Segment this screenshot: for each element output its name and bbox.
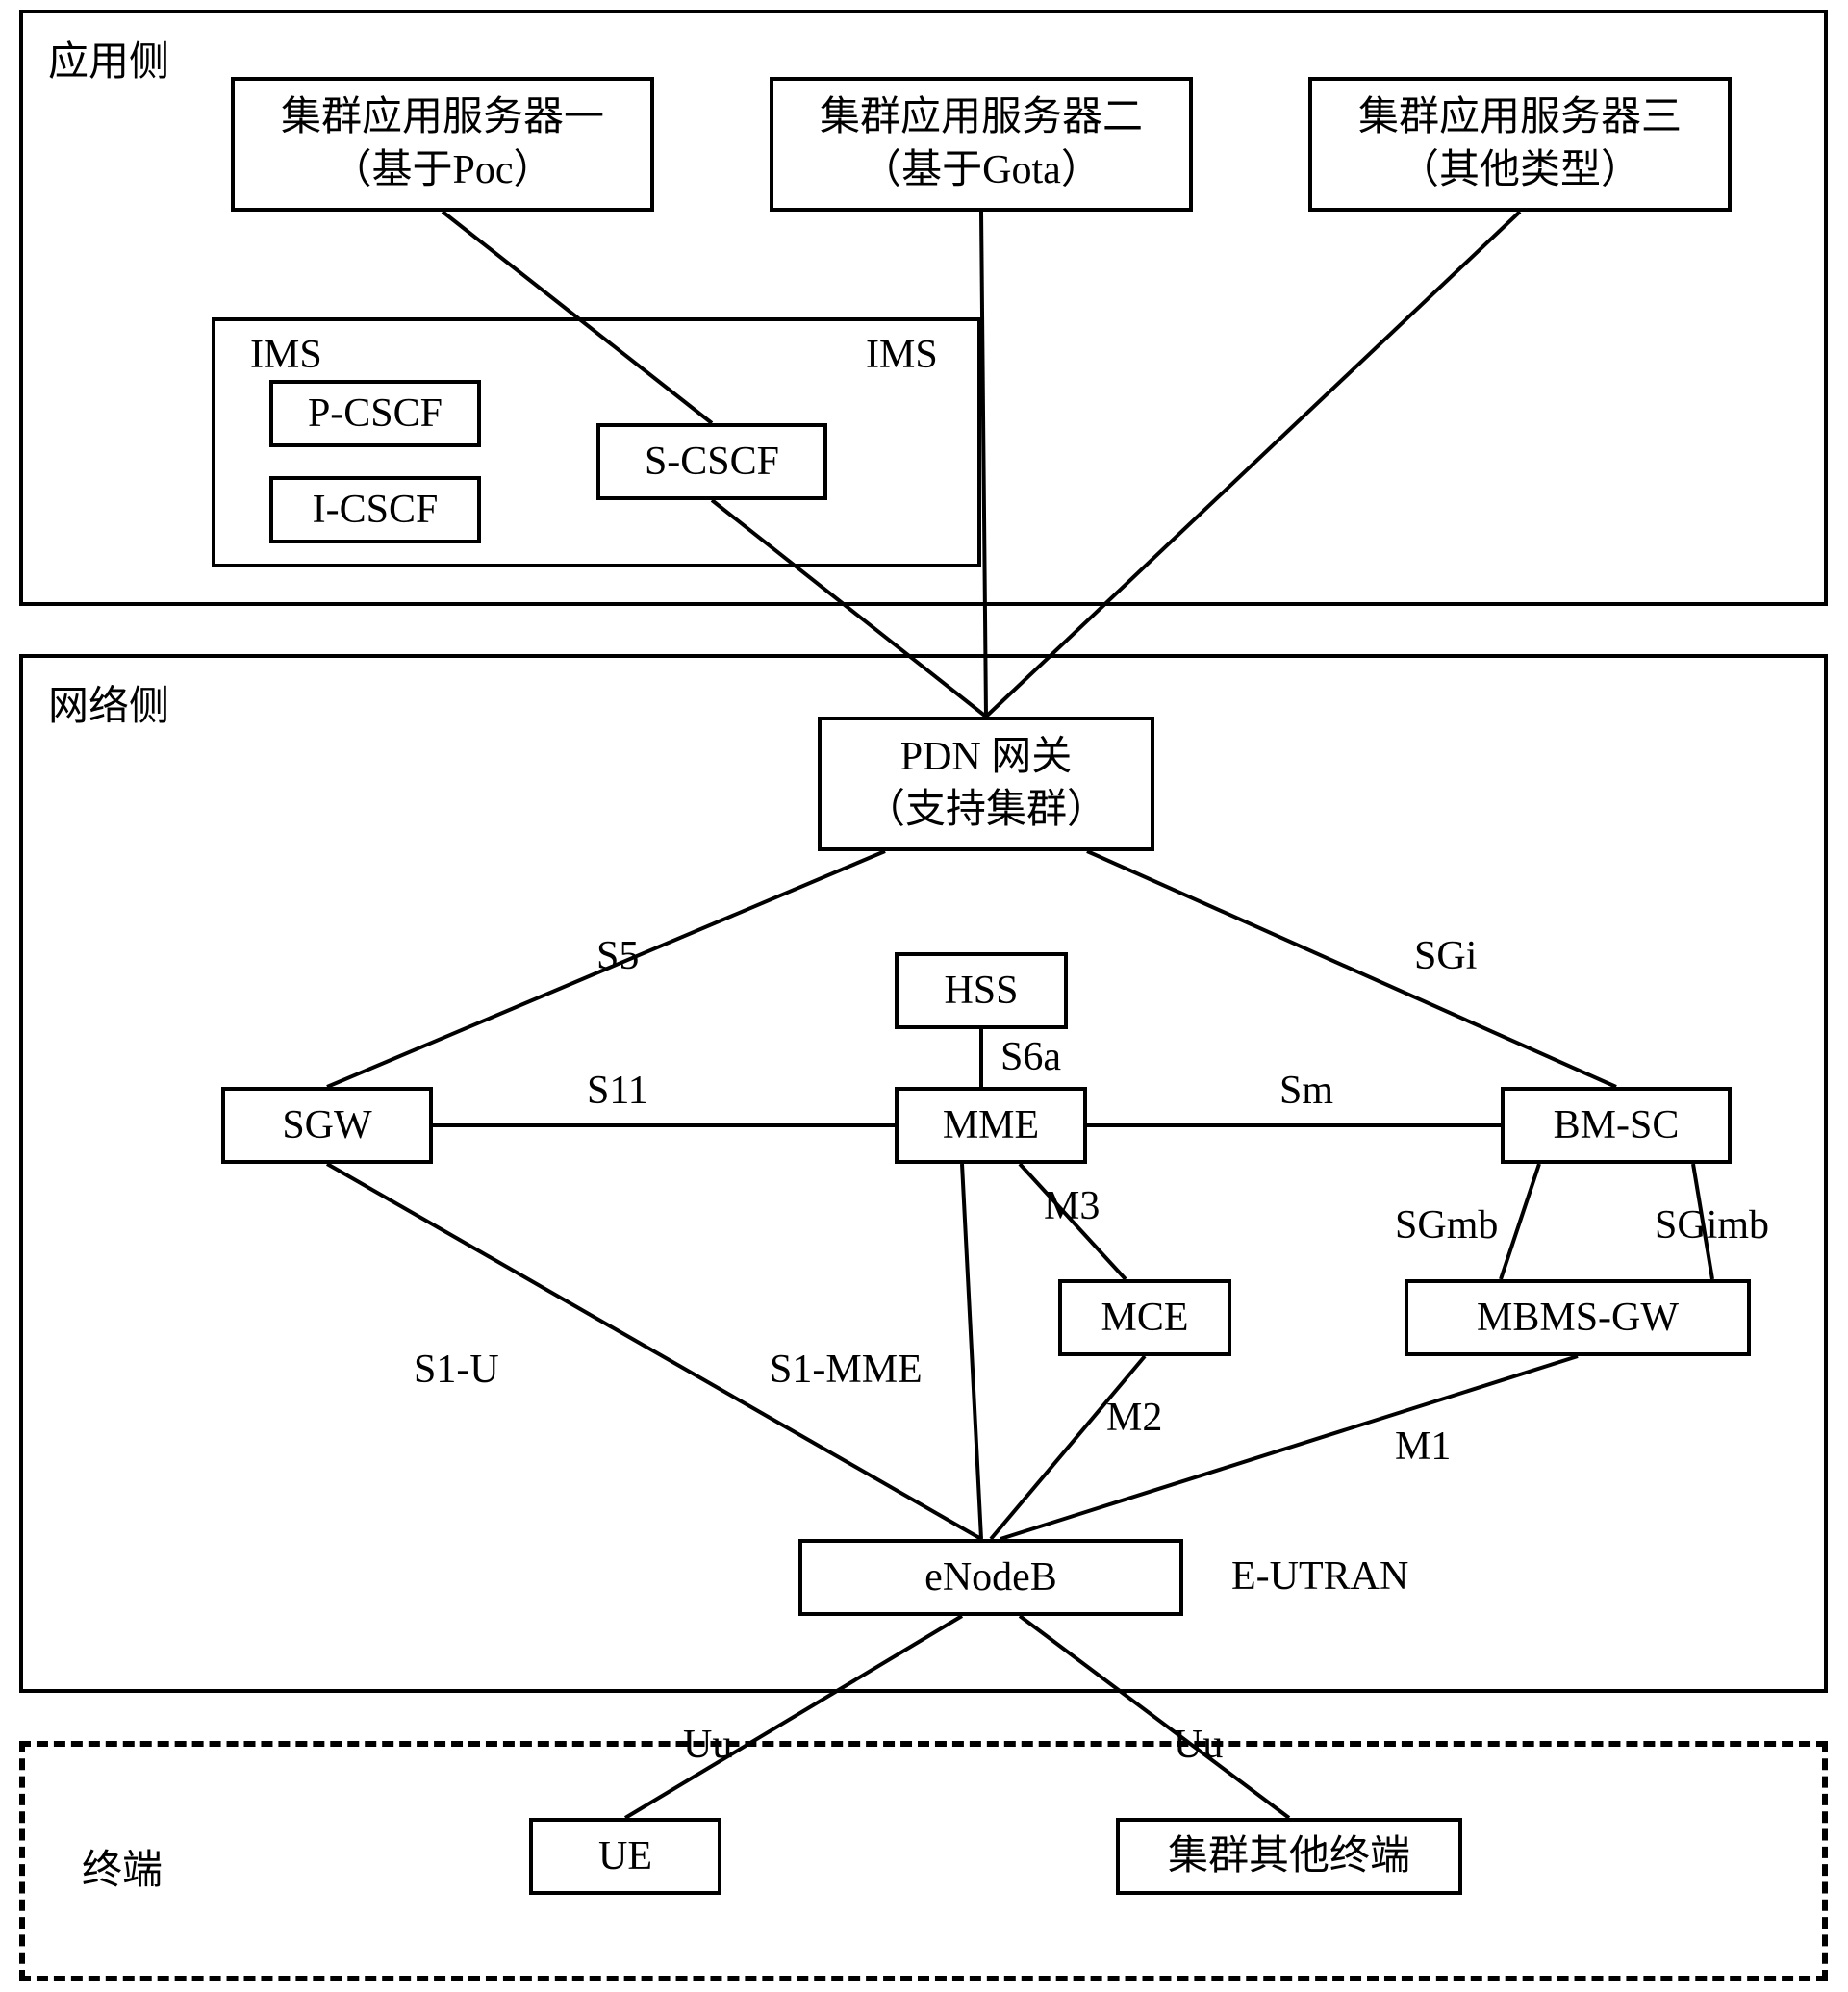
server1-line2: （基于Poc） <box>331 144 553 197</box>
hss-label: HSS <box>944 965 1018 1018</box>
pdn-line2: （支持集群） <box>865 784 1107 837</box>
other-terminal-label: 集群其他终端 <box>1168 1830 1410 1883</box>
server3-line2: （其他类型） <box>1399 144 1641 197</box>
edge-s6a: S6a <box>1000 1034 1061 1080</box>
edge-sgi: SGi <box>1414 933 1477 979</box>
i-cscf-box: I-CSCF <box>269 476 481 543</box>
bmsc-box: BM-SC <box>1501 1087 1732 1164</box>
terminal-label: 终端 <box>82 1837 163 1896</box>
edge-m2: M2 <box>1106 1395 1162 1441</box>
mce-box: MCE <box>1058 1279 1231 1356</box>
server1-line1: 集群应用服务器一 <box>281 91 604 144</box>
mce-label: MCE <box>1101 1292 1188 1345</box>
server1-box: 集群应用服务器一 （基于Poc） <box>231 77 654 212</box>
server3-line1: 集群应用服务器三 <box>1358 91 1682 144</box>
edge-uu1: Uu <box>683 1722 732 1768</box>
hss-box: HSS <box>895 952 1068 1029</box>
sgw-label: SGW <box>282 1099 371 1152</box>
edge-s11: S11 <box>587 1068 648 1114</box>
edge-s1u: S1-U <box>414 1347 499 1393</box>
diagram-canvas: 应用侧 网络侧 终端 集群应用服务器一 （基于Poc） 集群应用服务器二 （基于… <box>0 0 1848 1992</box>
server2-box: 集群应用服务器二 （基于Gota） <box>770 77 1193 212</box>
enodeb-label: eNodeB <box>924 1551 1057 1604</box>
mbmsgw-label: MBMS-GW <box>1477 1292 1679 1345</box>
edge-uu2: Uu <box>1174 1722 1223 1768</box>
enodeb-box: eNodeB <box>798 1539 1183 1616</box>
mme-label: MME <box>943 1099 1039 1152</box>
server3-box: 集群应用服务器三 （其他类型） <box>1308 77 1732 212</box>
p-cscf-label: P-CSCF <box>308 388 443 441</box>
ims-label2: IMS <box>866 332 938 378</box>
mme-box: MME <box>895 1087 1087 1164</box>
ims-label1: IMS <box>250 332 322 378</box>
ue-box: UE <box>529 1818 721 1895</box>
s-cscf-box: S-CSCF <box>596 423 827 500</box>
edge-m3: M3 <box>1044 1183 1100 1229</box>
network-side-label: 网络侧 <box>48 673 169 732</box>
edge-s1mme: S1-MME <box>770 1347 923 1393</box>
edge-sgimb: SGimb <box>1655 1202 1769 1248</box>
ue-label: UE <box>598 1830 652 1883</box>
app-side-label: 应用侧 <box>48 29 169 88</box>
mbmsgw-box: MBMS-GW <box>1405 1279 1751 1356</box>
server2-line2: （基于Gota） <box>861 144 1101 197</box>
edge-sgmb: SGmb <box>1395 1202 1498 1248</box>
sgw-box: SGW <box>221 1087 433 1164</box>
edge-m1: M1 <box>1395 1424 1451 1470</box>
pdn-line1: PDN 网关 <box>900 731 1073 784</box>
other-terminal-box: 集群其他终端 <box>1116 1818 1462 1895</box>
terminal-section <box>19 1741 1828 1981</box>
s-cscf-label: S-CSCF <box>645 436 779 489</box>
eutran-label: E-UTRAN <box>1231 1553 1408 1600</box>
server2-line1: 集群应用服务器二 <box>820 91 1143 144</box>
edge-sm: Sm <box>1279 1068 1333 1114</box>
p-cscf-box: P-CSCF <box>269 380 481 447</box>
i-cscf-label: I-CSCF <box>313 484 439 537</box>
pdn-gw-box: PDN 网关 （支持集群） <box>818 717 1154 851</box>
bmsc-label: BM-SC <box>1554 1099 1680 1152</box>
edge-s5: S5 <box>596 933 639 979</box>
